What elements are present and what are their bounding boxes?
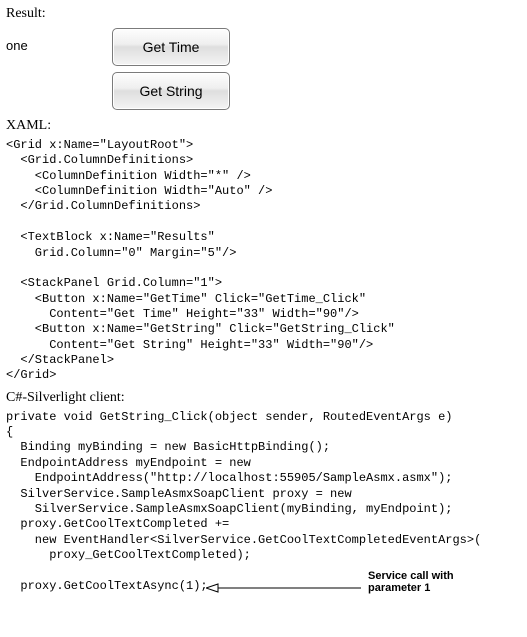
csharp-code-block: private void GetString_Click(object send… bbox=[6, 410, 521, 594]
result-text: one bbox=[6, 28, 106, 53]
get-string-button[interactable]: Get String bbox=[112, 72, 230, 110]
csharp-label: C#-Silverlight client: bbox=[6, 390, 521, 406]
result-label: Result: bbox=[6, 6, 521, 22]
get-time-button[interactable]: Get Time bbox=[112, 28, 230, 66]
annotation-note: Service call with parameter 1 bbox=[368, 570, 478, 595]
xaml-code-block: <Grid x:Name="LayoutRoot"> <Grid.ColumnD… bbox=[6, 138, 521, 384]
result-row: one Get Time Get String bbox=[6, 28, 521, 110]
button-stack: Get Time Get String bbox=[112, 28, 230, 110]
xaml-label: XAML: bbox=[6, 118, 521, 134]
csharp-wrap: private void GetString_Click(object send… bbox=[6, 410, 521, 594]
